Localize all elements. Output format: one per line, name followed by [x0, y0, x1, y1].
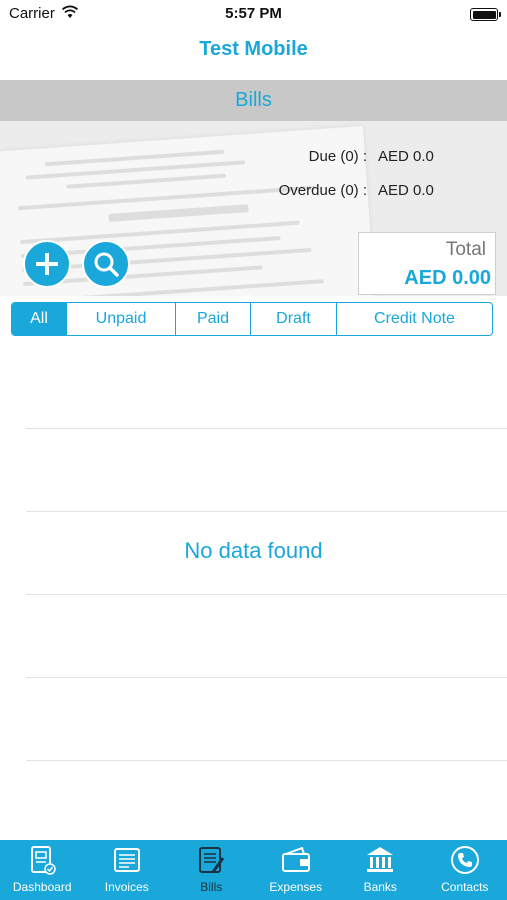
- tab-bar-label: Bills: [200, 880, 223, 894]
- tab-bar-label: Banks: [363, 880, 397, 894]
- list-separator: [26, 428, 507, 429]
- due-value: AED 0.0: [378, 148, 434, 165]
- tab-all[interactable]: All: [12, 303, 67, 335]
- bank-icon: [367, 847, 394, 872]
- tab-draft[interactable]: Draft: [251, 303, 337, 335]
- battery-icon: [470, 8, 501, 21]
- clock: 5:57 PM: [225, 5, 282, 22]
- list-separator: [26, 677, 507, 678]
- list-separator: [26, 511, 507, 512]
- list-separator: [26, 760, 507, 761]
- bills-list[interactable]: [0, 345, 507, 840]
- tab-bar-label: Contacts: [441, 880, 489, 894]
- add-bill-button[interactable]: [23, 240, 71, 288]
- section-title: Bills: [235, 89, 272, 111]
- total-label: Total: [445, 239, 486, 260]
- tab-bar-bills[interactable]: Bills: [169, 840, 254, 900]
- search-icon: [94, 252, 119, 277]
- dashboard-icon: [31, 846, 56, 875]
- search-button[interactable]: [82, 240, 130, 288]
- bills-icon: [199, 847, 225, 873]
- tab-bar-expenses[interactable]: Expenses: [254, 840, 339, 900]
- section-header: Bills: [0, 80, 507, 121]
- tab-bar-invoices[interactable]: Invoices: [85, 840, 170, 900]
- plus-icon: [36, 253, 58, 275]
- tab-bar-contacts[interactable]: Contacts: [423, 840, 507, 900]
- list-separator: [26, 594, 507, 595]
- overdue-value: AED 0.0: [378, 182, 434, 199]
- tab-bar-label: Expenses: [269, 880, 323, 894]
- invoices-icon: [113, 848, 140, 872]
- tab-credit-note[interactable]: Credit Note: [337, 303, 492, 335]
- tab-bar-banks[interactable]: Banks: [338, 840, 423, 900]
- wallet-icon: [281, 846, 310, 872]
- filter-segmented-control: All Unpaid Paid Draft Credit Note: [11, 302, 493, 336]
- empty-state-message: No data found: [184, 538, 323, 563]
- status-bar: Carrier 5:57 PM: [0, 0, 507, 28]
- tab-bar-dashboard[interactable]: Dashboard: [0, 840, 85, 900]
- due-label: Due (0) :: [308, 148, 367, 165]
- total-amount: AED 0.00: [404, 267, 491, 289]
- tab-unpaid[interactable]: Unpaid: [67, 303, 176, 335]
- app-title: Test Mobile: [199, 38, 308, 60]
- tab-bar-label: Dashboard: [12, 880, 72, 894]
- tab-paid[interactable]: Paid: [176, 303, 251, 335]
- total-box: Total AED 0.00: [358, 232, 496, 295]
- overdue-label: Overdue (0) :: [278, 182, 367, 199]
- tab-bar-label: Invoices: [104, 880, 149, 894]
- phone-icon: [450, 846, 479, 874]
- bottom-tab-bar: Dashboard Invoices Bills Expenses Banks …: [0, 840, 507, 900]
